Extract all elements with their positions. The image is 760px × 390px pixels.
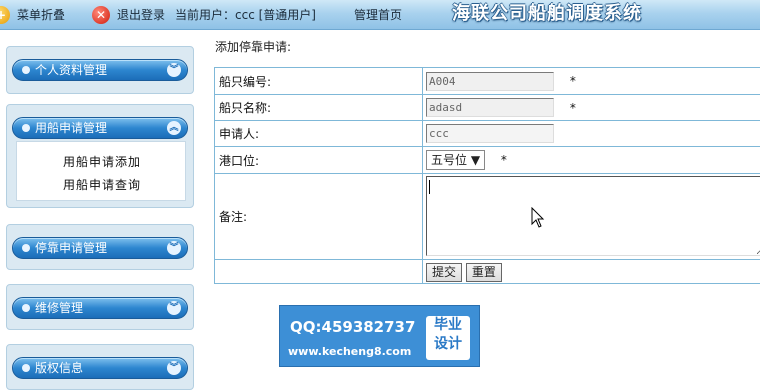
menu-header-maintenance[interactable]: 维修管理 ︾ bbox=[12, 297, 188, 319]
badge-line2: 设计 bbox=[426, 335, 470, 354]
sidebar: 个人资料管理 ︾ 用船申请管理 ︽ 用船申请添加 用船申请查询 停靠申请管理 ︾… bbox=[0, 31, 200, 371]
remark-textarea[interactable] bbox=[426, 176, 760, 256]
submit-button[interactable]: 提交 bbox=[426, 263, 462, 282]
bullet-icon bbox=[22, 124, 30, 132]
menu-toggle-icon[interactable]: + bbox=[0, 6, 10, 24]
reset-button[interactable]: 重置 bbox=[466, 263, 502, 282]
watermark-badge: 毕业 设计 bbox=[426, 316, 470, 360]
ship-name-label: 船只名称: bbox=[215, 95, 423, 121]
chevron-down-icon[interactable]: ︾ bbox=[167, 301, 181, 315]
required-mark: * bbox=[501, 153, 507, 167]
chevron-down-icon[interactable]: ︾ bbox=[167, 361, 181, 375]
logout-icon[interactable]: ✕ bbox=[92, 6, 110, 24]
logout-link[interactable]: 退出登录 bbox=[117, 0, 165, 30]
berth-request-form: 船只编号: * 船只名称: * 申请人: 港口位: 五号位 ▼ * 备注: bbox=[214, 67, 760, 284]
mouse-pointer-icon bbox=[531, 207, 545, 229]
menu-toggle-link[interactable]: 菜单折叠 bbox=[17, 0, 65, 30]
menu-box-maintenance: 维修管理 ︾ bbox=[6, 284, 194, 330]
berth-select[interactable]: 五号位 ▼ bbox=[426, 150, 485, 170]
home-link[interactable]: 管理首页 bbox=[354, 0, 402, 30]
menu-box-profile: 个人资料管理 ︾ bbox=[6, 46, 194, 94]
menu-label: 停靠申请管理 bbox=[35, 238, 107, 259]
bullet-icon bbox=[22, 244, 30, 252]
ship-no-input[interactable] bbox=[426, 72, 554, 91]
applicant-input[interactable] bbox=[426, 124, 554, 143]
menu-box-ship-request: 用船申请管理 ︽ 用船申请添加 用船申请查询 bbox=[6, 104, 194, 208]
system-title: 海联公司船舶调度系统 bbox=[452, 0, 642, 30]
badge-line1: 毕业 bbox=[426, 316, 470, 335]
required-mark: * bbox=[570, 101, 576, 115]
berth-label: 港口位: bbox=[215, 147, 423, 174]
submenu-item-ship-request-query[interactable]: 用船申请查询 bbox=[17, 176, 187, 193]
chevron-up-icon[interactable]: ︽ bbox=[167, 121, 181, 135]
applicant-label: 申请人: bbox=[215, 121, 423, 147]
menu-header-copyright[interactable]: 版权信息 ︾ bbox=[12, 357, 188, 379]
menu-label: 用船申请管理 bbox=[35, 118, 107, 139]
bullet-icon bbox=[22, 66, 30, 74]
top-bar: + 菜单折叠 ✕ 退出登录 当前用户：ccc [普通用户] 管理首页 海联公司船… bbox=[0, 0, 760, 30]
form-row-actions: 提交 重置 bbox=[215, 260, 760, 284]
remark-label: 备注: bbox=[215, 174, 423, 260]
form-row-ship-no: 船只编号: * bbox=[215, 68, 760, 95]
ship-name-input[interactable] bbox=[426, 98, 554, 117]
submenu-ship-request: 用船申请添加 用船申请查询 bbox=[16, 141, 186, 201]
current-user-label: 当前用户：ccc [普通用户] bbox=[175, 0, 316, 30]
menu-box-copyright: 版权信息 ︾ bbox=[6, 344, 194, 390]
menu-header-ship-request[interactable]: 用船申请管理 ︽ bbox=[12, 117, 188, 139]
form-row-applicant: 申请人: bbox=[215, 121, 760, 147]
watermark-banner: QQ:459382737 www.kecheng8.com 毕业 设计 bbox=[279, 305, 480, 367]
menu-label: 维修管理 bbox=[35, 298, 83, 319]
submenu-item-ship-request-add[interactable]: 用船申请添加 bbox=[17, 153, 187, 170]
page-title: 添加停靠申请: bbox=[215, 38, 291, 55]
menu-box-berth-request: 停靠申请管理 ︾ bbox=[6, 224, 194, 270]
menu-header-berth-request[interactable]: 停靠申请管理 ︾ bbox=[12, 237, 188, 259]
chevron-down-icon[interactable]: ︾ bbox=[167, 63, 181, 77]
form-row-remark: 备注: bbox=[215, 174, 760, 260]
form-row-ship-name: 船只名称: * bbox=[215, 95, 760, 121]
required-mark: * bbox=[570, 74, 576, 88]
text-caret bbox=[429, 180, 430, 194]
menu-header-profile[interactable]: 个人资料管理 ︾ bbox=[12, 59, 188, 81]
watermark-qq: QQ:459382737 bbox=[290, 318, 415, 336]
watermark-url: www.kecheng8.com bbox=[288, 345, 411, 358]
menu-label: 版权信息 bbox=[35, 358, 83, 379]
menu-label: 个人资料管理 bbox=[35, 60, 107, 81]
bullet-icon bbox=[22, 304, 30, 312]
chevron-down-icon[interactable]: ︾ bbox=[167, 241, 181, 255]
form-row-berth: 港口位: 五号位 ▼ * bbox=[215, 147, 760, 174]
ship-no-label: 船只编号: bbox=[215, 68, 423, 95]
